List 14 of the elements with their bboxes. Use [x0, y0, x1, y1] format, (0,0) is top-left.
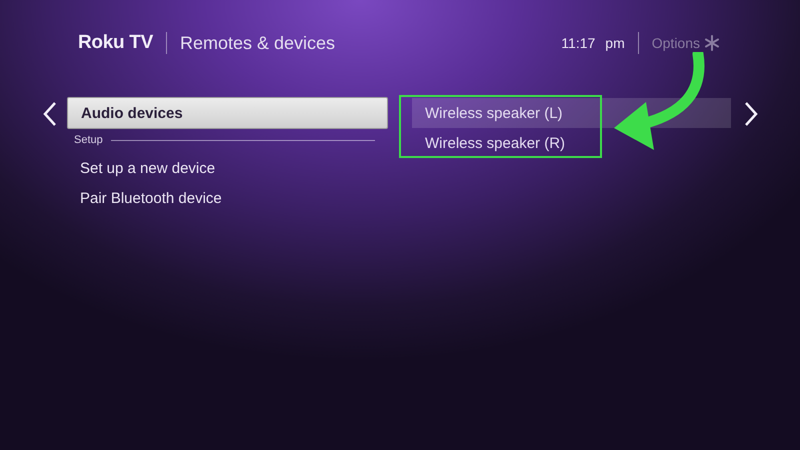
back-chevron-icon[interactable]: [42, 101, 58, 127]
page-title: Remotes & devices: [180, 32, 336, 54]
roku-logo: Roku TV: [78, 32, 153, 54]
forward-chevron-icon[interactable]: [743, 101, 759, 127]
section-label: Setup: [74, 134, 103, 146]
device-item[interactable]: Wireless speaker (L): [412, 98, 731, 128]
device-item[interactable]: Wireless speaker (R): [412, 128, 578, 158]
asterisk-icon: [704, 35, 720, 51]
clock-time: 11:17: [561, 35, 596, 51]
menu-item[interactable]: Set up a new device: [67, 153, 388, 183]
clock-period: pm: [605, 35, 625, 51]
menu-item[interactable]: Pair Bluetooth device: [67, 183, 388, 213]
options-hint: Options: [652, 35, 700, 51]
menu-item[interactable]: Audio devices: [67, 97, 388, 129]
